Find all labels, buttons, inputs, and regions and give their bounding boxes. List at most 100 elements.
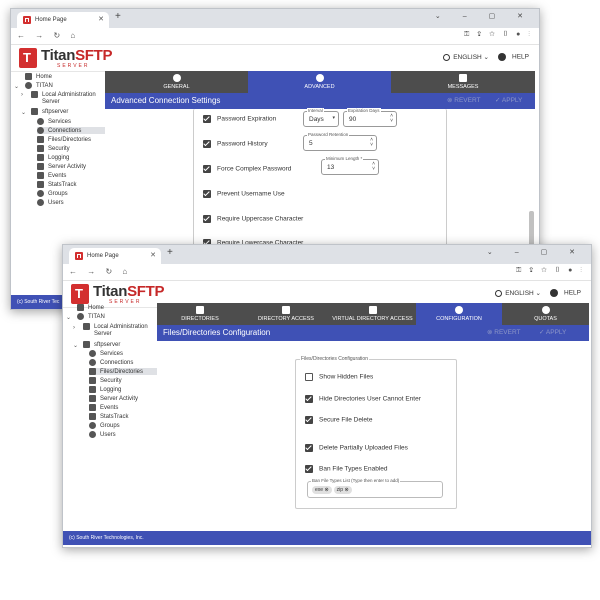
tree-item-server-activity[interactable]: Server Activity bbox=[89, 395, 138, 402]
tab-directory-access[interactable]: DIRECTORY ACCESS bbox=[243, 303, 329, 325]
chevron-down-icon[interactable]: ⌄ bbox=[73, 342, 78, 349]
password-retention-field[interactable]: Password Retention 5 ˄ ˅ bbox=[303, 132, 377, 151]
apply-button[interactable]: ✓ APPLY bbox=[495, 96, 522, 104]
tree-item-statstrack[interactable]: StatsTrack bbox=[89, 413, 128, 420]
tree-item-sftpserver[interactable]: sftpserver bbox=[31, 108, 68, 115]
language-selector[interactable]: ENGLISH ⌄ bbox=[495, 289, 541, 297]
expiration-days-field[interactable]: Expiration Days 90 ˄ ˅ bbox=[343, 108, 397, 127]
tree-item-users[interactable]: Users bbox=[89, 431, 116, 438]
checkbox-icon[interactable] bbox=[305, 395, 313, 403]
tab-messages[interactable]: MESSAGES bbox=[391, 71, 535, 93]
events-icon bbox=[37, 172, 44, 179]
groups-icon bbox=[89, 422, 96, 429]
checkbox-icon[interactable] bbox=[305, 373, 313, 381]
ban-file-types-input[interactable]: Ban File Types List (Type then enter to … bbox=[307, 478, 443, 498]
chevron-down-icon[interactable]: ⌄ bbox=[14, 83, 19, 90]
minimum-length-field[interactable]: Minimum Length * 13 ˄ ˅ bbox=[321, 156, 379, 175]
browser-toolbar-icons[interactable]: ⚿ ⇪ ☆ ▯ ● ⋮ bbox=[464, 31, 533, 39]
tree-item-files-directories[interactable]: Files/Directories bbox=[37, 136, 91, 143]
tab-advanced[interactable]: ADVANCED bbox=[248, 71, 391, 93]
tree-item-groups[interactable]: Groups bbox=[37, 190, 68, 197]
tree-item-security[interactable]: Security bbox=[37, 145, 70, 152]
help-button[interactable]: HELP bbox=[550, 289, 581, 297]
folder-icon bbox=[89, 368, 96, 375]
tab-configuration[interactable]: CONFIGURATION bbox=[416, 303, 502, 325]
tree-item-security[interactable]: Security bbox=[89, 377, 122, 384]
tree-item-logging[interactable]: Logging bbox=[37, 154, 69, 161]
tree-item-local-admin[interactable]: Local Administration bbox=[83, 323, 148, 330]
tab-general[interactable]: GENERAL bbox=[105, 71, 248, 93]
chevron-right-icon[interactable]: › bbox=[73, 325, 75, 331]
tree-item-connections[interactable]: Connections bbox=[89, 359, 133, 366]
revert-button[interactable]: ⊗ REVERT bbox=[447, 96, 481, 104]
setting-secure-file-delete[interactable]: Secure File Delete bbox=[305, 416, 372, 424]
tree-item-home[interactable]: Home bbox=[25, 73, 52, 80]
checkbox-icon[interactable] bbox=[305, 416, 313, 424]
message-icon bbox=[459, 74, 467, 82]
chevron-down-icon[interactable]: ⌄ bbox=[66, 314, 71, 321]
nav-buttons-icon[interactable]: ← → ↻ ⌂ bbox=[17, 31, 79, 40]
tree-item-events[interactable]: Events bbox=[37, 172, 66, 179]
setting-prevent-username-use[interactable]: Prevent Username Use bbox=[203, 190, 285, 198]
tree-item-sftpserver[interactable]: sftpserver bbox=[83, 341, 120, 348]
setting-delete-partial-uploads[interactable]: Delete Partially Uploaded Files bbox=[305, 444, 408, 452]
tree-item-local-admin[interactable]: Local Administration bbox=[31, 91, 96, 98]
new-tab-icon[interactable]: + bbox=[167, 247, 173, 258]
tab-quotas[interactable]: QUOTAS bbox=[502, 303, 589, 325]
tree-item-home[interactable]: Home bbox=[77, 304, 104, 311]
checkbox-icon[interactable] bbox=[203, 140, 211, 148]
tree-item-users[interactable]: Users bbox=[37, 199, 64, 206]
setting-password-history[interactable]: Password History bbox=[203, 140, 268, 148]
tree-item-files-directories[interactable]: Files/Directories bbox=[89, 368, 157, 376]
revert-button[interactable]: ⊗ REVERT bbox=[487, 328, 521, 336]
tree-item-local-admin-server[interactable]: Server bbox=[42, 99, 60, 105]
tab-virtual-directory-access[interactable]: VIRTUAL DIRECTORY ACCESS bbox=[329, 303, 416, 325]
browser-tab[interactable]: Home Page ✕ bbox=[69, 248, 161, 264]
window-controls[interactable]: ⌄ – ▢ ✕ bbox=[487, 248, 585, 256]
address-bar[interactable]: ← → ↻ ⌂ ⚿ ⇪ ☆ ▯ ● ⋮ bbox=[63, 264, 591, 281]
address-bar[interactable]: ← → ↻ ⌂ ⚿ ⇪ ☆ ▯ ● ⋮ bbox=[11, 28, 539, 45]
tree-item-services[interactable]: Services bbox=[89, 350, 123, 357]
checkbox-icon[interactable] bbox=[203, 165, 211, 173]
globe-icon bbox=[77, 313, 84, 320]
tree-item-titan[interactable]: TITAN bbox=[77, 313, 105, 320]
chevron-down-icon[interactable]: ⌄ bbox=[21, 109, 26, 116]
chevron-right-icon[interactable]: › bbox=[21, 92, 23, 98]
folder-icon bbox=[196, 306, 204, 314]
checkbox-icon[interactable] bbox=[203, 115, 211, 123]
tree-item-server-activity[interactable]: Server Activity bbox=[37, 163, 86, 170]
checkbox-icon[interactable] bbox=[305, 444, 313, 452]
setting-show-hidden-files[interactable]: Show Hidden Files bbox=[305, 373, 373, 381]
checkbox-icon[interactable] bbox=[305, 465, 313, 473]
window-controls[interactable]: ⌄ – ▢ ✕ bbox=[435, 12, 533, 20]
info-icon bbox=[455, 306, 463, 314]
setting-ban-file-types[interactable]: Ban File Types Enabled bbox=[305, 465, 388, 473]
apply-button[interactable]: ✓ APPLY bbox=[539, 328, 566, 336]
tree-item-events[interactable]: Events bbox=[89, 404, 118, 411]
tree-item-connections[interactable]: Connections bbox=[37, 127, 105, 135]
close-tab-icon[interactable]: ✕ bbox=[98, 12, 104, 28]
checkbox-icon[interactable] bbox=[203, 190, 211, 198]
chip-zip[interactable]: zip ⊗ bbox=[333, 486, 352, 494]
tree-item-services[interactable]: Services bbox=[37, 118, 71, 125]
browser-tab[interactable]: Home Page ✕ bbox=[17, 12, 109, 28]
setting-password-expiration[interactable]: Password Expiration bbox=[203, 115, 276, 123]
nav-buttons-icon[interactable]: ← → ↻ ⌂ bbox=[69, 267, 131, 276]
tree-item-logging[interactable]: Logging bbox=[89, 386, 121, 393]
tree-item-groups[interactable]: Groups bbox=[89, 422, 120, 429]
tree-item-titan[interactable]: TITAN bbox=[25, 82, 53, 89]
help-button[interactable]: HELP bbox=[498, 53, 529, 61]
tree-item-local-admin-server[interactable]: Server bbox=[94, 331, 112, 337]
setting-force-complex-password[interactable]: Force Complex Password bbox=[203, 165, 291, 173]
interval-select[interactable]: Interval Days ▾ bbox=[303, 108, 339, 127]
tree-item-statstrack[interactable]: StatsTrack bbox=[37, 181, 76, 188]
browser-toolbar-icons[interactable]: ⚿ ⇪ ☆ ▯ ● ⋮ bbox=[516, 267, 585, 275]
chip-exe[interactable]: exe ⊗ bbox=[312, 486, 332, 494]
new-tab-icon[interactable]: + bbox=[115, 11, 121, 22]
tab-directories[interactable]: DIRECTORIES bbox=[157, 303, 243, 325]
language-selector[interactable]: ENGLISH ⌄ bbox=[443, 53, 489, 61]
checkbox-icon[interactable] bbox=[203, 215, 211, 223]
close-tab-icon[interactable]: ✕ bbox=[150, 248, 156, 264]
setting-hide-directories[interactable]: Hide Directories User Cannot Enter bbox=[305, 395, 421, 403]
setting-require-uppercase[interactable]: Require Uppercase Character bbox=[203, 215, 303, 223]
